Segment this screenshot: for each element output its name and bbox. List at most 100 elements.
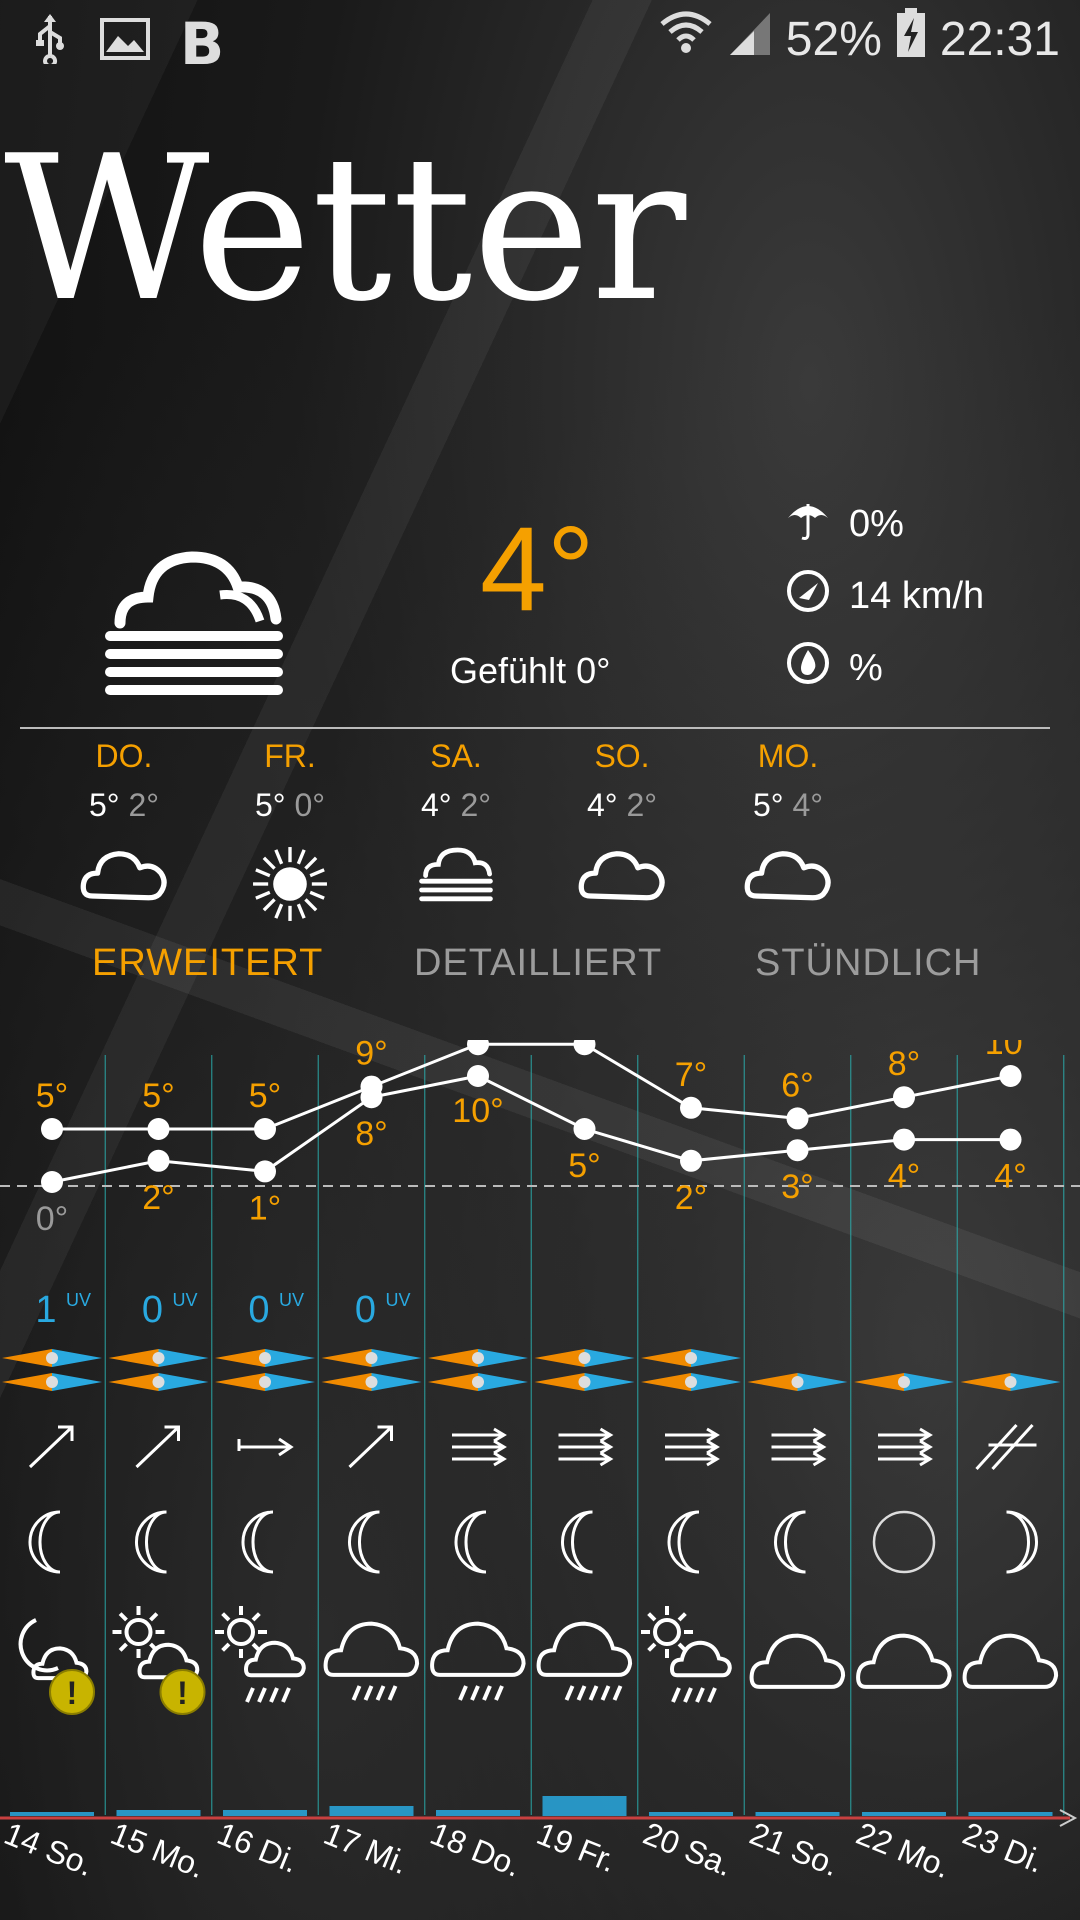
high-temp-point [573,1040,596,1056]
low-temp-label: 1° [249,1189,282,1227]
date-label: 19 Fr. [532,1815,621,1879]
low-temp-point [360,1086,383,1109]
tab-detailliert[interactable]: DETAILLIERT [414,942,662,985]
forecast-day[interactable]: DO. 5° 2° [44,738,204,906]
low-temp-label: 10° [452,1092,503,1130]
forecast-high: 5° [88,787,120,823]
b-app-icon: B [180,10,225,78]
wind-value: 14 km/h [849,574,985,617]
wind-stat: 14 km/h [785,568,984,624]
low-temp-label: 3° [781,1168,814,1206]
precip-bar [116,1810,201,1816]
date-label: 15 Mo. [106,1815,210,1885]
humidity-stat: % [785,640,883,696]
forecast-low: 0° [294,787,326,823]
wind-arrow-icon [135,1425,180,1469]
low-temp-point [786,1139,809,1162]
low-temp-point [999,1128,1022,1151]
date-label: 18 Do. [425,1815,526,1884]
low-temp-label: 2° [142,1179,175,1217]
forecast-temps: 5° 4° [708,787,868,824]
precip-bar [649,1812,733,1816]
uv-unit: UV [386,1290,411,1310]
forecast-high: 4° [586,787,618,823]
forecast-high: 5° [254,787,286,823]
app-title: Wetter [4,113,687,346]
forecast-low: 2° [128,787,160,823]
wind-arrow-icon [878,1427,933,1467]
precip-bar [755,1812,840,1816]
date-label: 22 Mo. [851,1815,955,1885]
weather-icon [323,1621,420,1701]
status-bar: B 52% 22:31 [0,0,1080,78]
forecast-day-name: SA. [430,738,482,774]
signal-icon [728,9,772,69]
forecast-day-name: DO. [95,738,153,774]
moon-crescent-icon [135,1510,167,1574]
fog-cloud-icon [100,535,290,695]
low-temp-label: 5° [568,1147,601,1185]
moon-crescent-icon [348,1510,380,1574]
sun-phase-icon [321,1373,422,1391]
sun-icon [210,842,370,926]
low-temp-label: 4° [888,1158,921,1196]
svg-text:!: ! [67,1675,78,1711]
forecast-temps: 4° 2° [542,787,702,824]
high-temp-label: 5° [142,1077,175,1115]
high-temp-point [999,1065,1022,1087]
wind-arrow-icon [237,1437,294,1457]
wind-arrow-icon [452,1427,507,1467]
low-temp-label: 2° [675,1179,708,1217]
forecast-temps: 5° 2° [44,787,204,824]
low-temp-point [893,1128,915,1151]
high-temp-label: 5° [36,1077,69,1115]
high-temp-point [786,1107,809,1130]
forecast-high: 5° [752,787,784,823]
umbrella-icon [785,496,831,552]
moon-crescent-icon [454,1510,487,1574]
forecast-day-name: MO. [757,738,819,774]
sun-phase-icon [215,1349,315,1367]
date-label: 23 Di. [958,1815,1049,1880]
low-temp-point [573,1118,596,1140]
sun-phase-icon [534,1349,635,1367]
low-temp-point [467,1065,489,1087]
usb-icon [30,12,70,76]
divider [20,727,1050,729]
precip-bar [862,1812,946,1816]
weather-icon [856,1633,952,1689]
high-temp-label: 6° [781,1066,814,1104]
svg-text:!: ! [177,1675,188,1711]
fog-cloud-icon [376,842,536,906]
moon-full-icon [872,1510,936,1574]
sun-phase-icon [428,1373,528,1391]
high-temp-point [147,1118,170,1140]
current-temperature: 4° [480,502,595,636]
low-temp-point [254,1160,276,1183]
precip-bar [329,1806,414,1816]
battery-charging-icon [896,8,926,70]
sun-phase-icon [854,1373,954,1391]
forecast-low: 4° [792,787,824,823]
weather-icon [962,1633,1059,1689]
forecast-day[interactable]: SA. 4° 2° [376,738,536,906]
forecast-day[interactable]: FR. 5° 0° [210,738,370,926]
forecast-day[interactable]: MO. 5° 4° [708,738,868,906]
humidity-value: % [849,646,883,689]
precip-bar [10,1812,94,1816]
sun-phase-icon [2,1349,102,1367]
tab-stuendlich[interactable]: STÜNDLICH [755,942,981,985]
weather-icon [749,1633,846,1689]
tab-erweitert[interactable]: ERWEITERT [92,942,323,985]
forecast-temps: 4° 2° [376,787,536,824]
date-label: 20 Sa. [638,1815,737,1883]
forecast-day-name: SO. [594,738,650,774]
feels-like: Gefühlt 0° [450,650,611,691]
precip-value: 0% [849,502,904,545]
date-label: 21 So. [745,1815,844,1883]
forecast-day-name: FR. [264,738,316,774]
low-temp-label: 0° [36,1200,69,1238]
high-temp-point [254,1118,276,1140]
sun-phase-icon [2,1373,102,1391]
forecast-day[interactable]: SO. 4° 2° [542,738,702,906]
